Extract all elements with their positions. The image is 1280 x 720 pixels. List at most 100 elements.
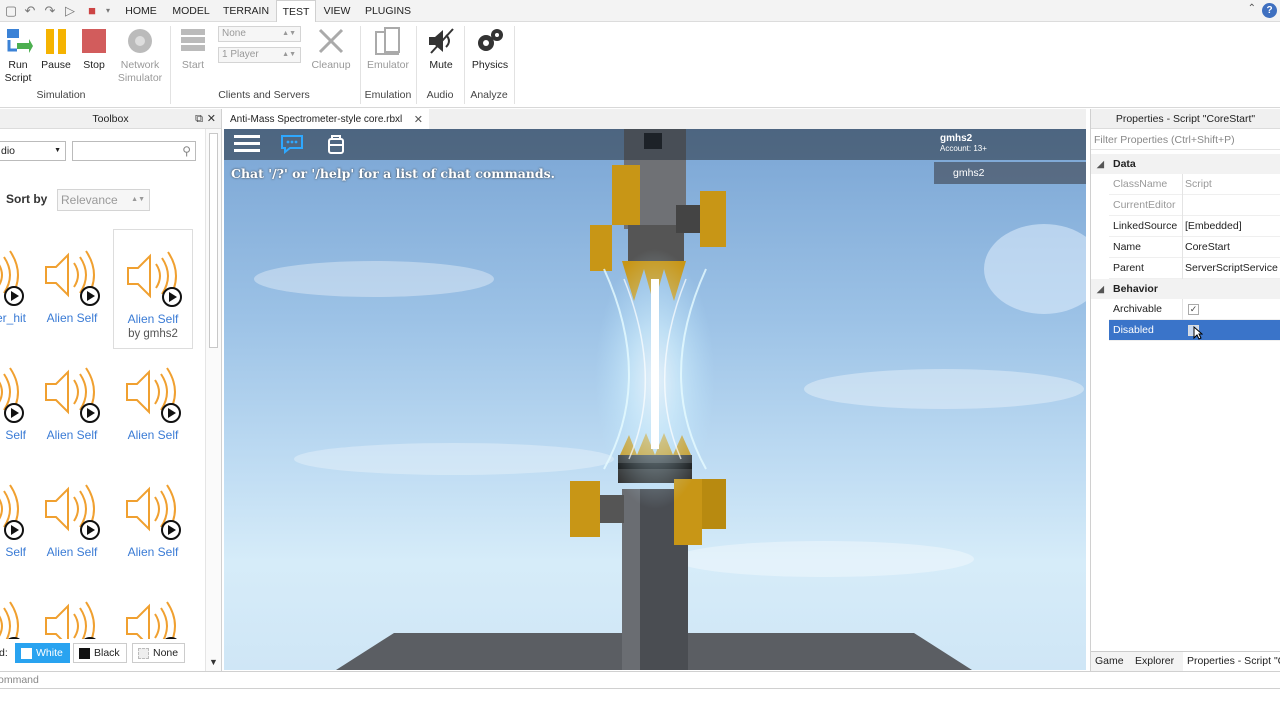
prop-row-linkedsource[interactable]: LinkedSource [Embedded] — [1109, 216, 1280, 237]
menu-tab-home[interactable]: HOME — [118, 0, 164, 22]
prop-row-classname[interactable]: ClassName Script — [1109, 174, 1280, 195]
device-emulator-icon — [373, 26, 403, 56]
cleanup-button[interactable]: Cleanup — [310, 26, 352, 72]
menu-tab-model[interactable]: MODEL — [166, 0, 216, 22]
toolbox-asset[interactable]: Alien Self — [113, 463, 193, 583]
menu-tab-test[interactable]: TEST — [276, 0, 316, 23]
close-tab-icon[interactable]: ✕ — [414, 111, 423, 129]
players-select[interactable]: 1 Player ▲▼ — [218, 47, 301, 63]
toolbox-asset[interactable]: Alien Self — [32, 346, 112, 466]
asset-author: by gmhs2 — [128, 328, 178, 340]
menu-tab-plugins[interactable]: PLUGINS — [360, 0, 416, 22]
toolbox-asset[interactable]: Alien Self — [32, 229, 112, 349]
scrollbar-thumb[interactable] — [209, 133, 218, 348]
archivable-checkbox[interactable]: ✓ — [1188, 304, 1199, 315]
prop-value[interactable]: [Embedded] — [1185, 216, 1242, 237]
bg-black-button[interactable]: Black — [73, 643, 127, 663]
asset-name[interactable]: Alien Self — [32, 428, 112, 442]
close-icon[interactable]: ✕ — [207, 109, 216, 129]
hamburger-menu-icon[interactable] — [234, 134, 260, 157]
toolbox-scrollbar[interactable]: ▼ — [205, 129, 221, 671]
command-bar[interactable]: ommand — [0, 671, 1280, 689]
stop-quick-icon[interactable]: ■ — [84, 3, 100, 19]
help-icon[interactable]: ? — [1262, 3, 1277, 18]
prop-row-parent[interactable]: Parent ServerScriptService — [1109, 258, 1280, 279]
toolbox-asset[interactable]: Alien Self — [32, 463, 112, 583]
speaker-mute-icon — [426, 26, 456, 56]
collapse-triangle-icon[interactable]: ◢ — [1097, 279, 1104, 299]
prop-value[interactable]: ServerScriptService — [1185, 258, 1278, 279]
chat-hint-text: Chat '/?' or '/help' for a list of chat … — [231, 166, 556, 181]
toolbox-asset[interactable] — [32, 580, 112, 639]
new-file-icon[interactable]: ▢ — [3, 3, 19, 19]
cleanup-label: Cleanup — [311, 59, 351, 71]
bg-white-button[interactable]: White — [15, 643, 70, 663]
category-data[interactable]: ◢ Data — [1091, 154, 1280, 174]
play-quick-icon[interactable]: ▷ — [62, 3, 78, 19]
prop-row-archivable[interactable]: Archivable ✓ — [1109, 299, 1280, 320]
black-swatch-icon — [79, 648, 90, 659]
game-viewport[interactable]: gmhs2 Account: 13+ Chat '/?' or '/help' … — [224, 129, 1086, 670]
asset-name[interactable]: Self — [0, 545, 36, 559]
prop-name: CurrentEditor — [1113, 199, 1176, 211]
asset-name[interactable]: Self — [0, 428, 36, 442]
chat-icon[interactable] — [280, 134, 304, 157]
quick-access-dropdown-icon[interactable]: ▾ — [100, 3, 116, 19]
category-behavior[interactable]: ◢ Behavior — [1091, 279, 1280, 299]
speaker-icon — [45, 601, 96, 639]
prop-row-name[interactable]: Name CoreStart — [1109, 237, 1280, 258]
asset-name[interactable]: Alien Self — [113, 545, 193, 559]
asset-name[interactable]: Alien Self — [114, 312, 192, 326]
speaker-icon — [126, 601, 177, 639]
asset-name[interactable]: per_hit — [0, 311, 36, 325]
prop-row-currenteditor[interactable]: CurrentEditor — [1109, 195, 1280, 216]
document-tab-title: Anti-Mass Spectrometer-style core.rbxl — [230, 114, 403, 125]
clients-select[interactable]: None ▲▼ — [218, 26, 301, 42]
column-divider — [1182, 299, 1183, 320]
undo-icon[interactable]: ↶ — [22, 3, 38, 19]
network-simulator-button[interactable]: Network Simulator — [114, 26, 166, 85]
bg-black-label: Black — [94, 647, 120, 659]
toolbox-asset[interactable]: Alien Self by gmhs2 — [113, 229, 193, 349]
player-list-entry[interactable]: gmhs2 — [934, 162, 1086, 184]
toolbox-asset[interactable]: Self — [0, 346, 36, 466]
toolbox-asset[interactable] — [0, 580, 36, 639]
run-script-button[interactable]: Run Script — [2, 26, 34, 85]
prop-value[interactable]: CoreStart — [1185, 237, 1230, 258]
toolbox-search-input[interactable]: ⚲ — [72, 141, 196, 161]
emulator-button[interactable]: Emulator — [365, 26, 411, 72]
backpack-icon[interactable] — [326, 133, 346, 158]
pause-button[interactable]: Pause — [40, 26, 72, 72]
sort-select[interactable]: Relevance ▲▼ — [57, 189, 150, 211]
collapse-triangle-icon[interactable]: ◢ — [1097, 154, 1104, 174]
simulation-group-label: Simulation — [36, 89, 86, 101]
document-tab[interactable]: Anti-Mass Spectrometer-style core.rbxl ✕ — [224, 109, 429, 129]
scroll-down-icon[interactable]: ▼ — [209, 657, 218, 667]
tab-explorer[interactable]: Explorer — [1131, 652, 1178, 671]
panel-tabs: Game Explorer Properties - Script "C — [1091, 651, 1280, 671]
asset-name[interactable]: Alien Self — [113, 428, 193, 442]
bg-none-button[interactable]: None — [132, 643, 186, 663]
sort-by-label: Sort by — [6, 192, 48, 206]
collapse-ribbon-icon[interactable]: ⌃ — [1248, 3, 1256, 14]
tab-game[interactable]: Game — [1091, 652, 1128, 671]
tab-properties[interactable]: Properties - Script "C — [1183, 652, 1280, 671]
menu-tab-view[interactable]: VIEW — [318, 0, 356, 22]
toolbox-asset[interactable]: Alien Self — [113, 346, 193, 466]
toolbox-asset[interactable]: Self — [0, 463, 36, 583]
mute-button[interactable]: Mute — [424, 26, 458, 72]
filter-properties-input[interactable]: Filter Properties (Ctrl+Shift+P) — [1091, 130, 1280, 150]
undock-icon[interactable]: ⧉ — [195, 109, 203, 129]
toolbox-asset[interactable] — [113, 580, 193, 639]
server-icon — [178, 26, 208, 56]
prop-row-disabled[interactable]: Disabled — [1109, 320, 1280, 341]
menu-tab-terrain[interactable]: TERRAIN — [218, 0, 274, 22]
physics-button[interactable]: Physics — [470, 26, 510, 72]
asset-name[interactable]: Alien Self — [32, 311, 112, 325]
asset-name[interactable]: Alien Self — [32, 545, 112, 559]
toolbox-asset[interactable]: per_hit — [0, 229, 36, 349]
redo-icon[interactable]: ↷ — [42, 3, 58, 19]
toolbox-category-select[interactable]: dio ▼ — [0, 141, 66, 161]
start-button[interactable]: Start — [175, 26, 211, 72]
stop-button[interactable]: Stop — [78, 26, 110, 72]
